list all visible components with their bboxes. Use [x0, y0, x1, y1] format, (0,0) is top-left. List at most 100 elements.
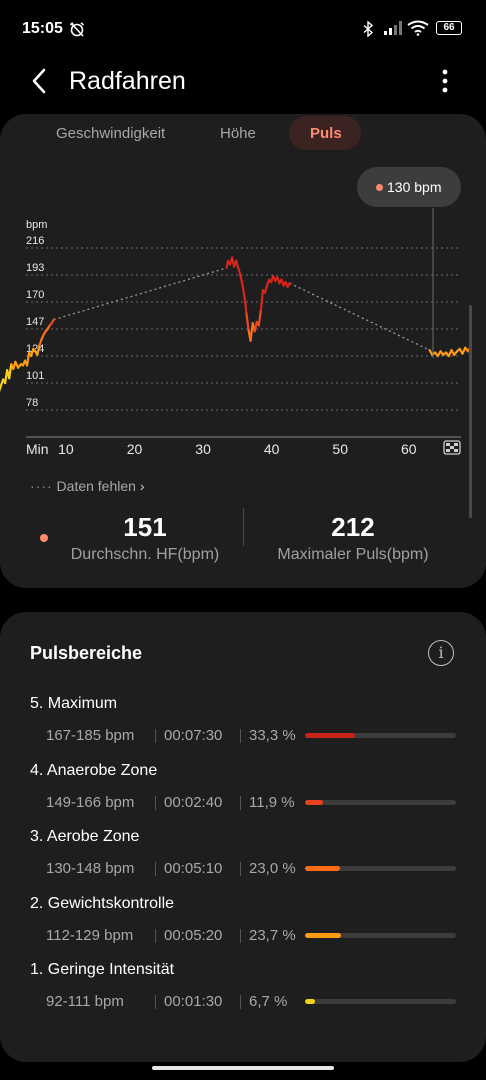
status-bar: 15:05 66 [0, 0, 486, 58]
avg-heart-rate-label: Durchschn. HF(bpm) [70, 546, 220, 563]
heart-rate-chart[interactable]: bpm 21619317014712410178 Min 10 20 30 40 50 60 [0, 160, 486, 460]
x-tick-label: 40 [264, 441, 280, 457]
zone-separator [155, 862, 156, 876]
missing-data-line [289, 282, 430, 351]
zone-separator [240, 862, 241, 876]
stats-divider [243, 508, 244, 546]
zone-time: 00:02:40 [164, 794, 223, 811]
zone-range: 112-129 bpm [46, 927, 134, 944]
zone-range: 92-111 bpm [46, 993, 124, 1010]
heart-rate-line-segment [237, 266, 242, 277]
zone-range: 149-166 bpm [46, 794, 135, 811]
chart-grid [26, 247, 461, 411]
zone-separator [240, 796, 241, 810]
zone-time: 00:01:30 [164, 993, 223, 1010]
missing-data-label: Daten fehlen [56, 478, 136, 494]
more-options-icon[interactable] [430, 66, 460, 96]
heart-rate-line-segment [8, 363, 13, 380]
heart-rate-line-segment [257, 309, 262, 327]
zone-progress-fill [305, 733, 356, 738]
zone-progress-fill [305, 933, 341, 938]
wifi-icon [407, 20, 429, 36]
navigation-handle[interactable] [152, 1066, 334, 1070]
heart-rate-line-segment [286, 282, 291, 288]
x-tick-label: 10 [58, 441, 74, 457]
zone-progress-track [305, 733, 456, 738]
zones-title: Pulsbereiche [30, 643, 143, 663]
x-tick-label: 50 [332, 441, 348, 457]
zone-progress-fill [305, 866, 340, 871]
tab-puls[interactable]: Puls [310, 125, 342, 142]
zone-progress-track [305, 999, 456, 1004]
heart-rate-line-segment [235, 259, 240, 270]
zone-progress-track [305, 933, 456, 938]
max-heart-rate-value: 212 [331, 512, 375, 542]
page-title: Radfahren [69, 67, 186, 95]
signal-icon [384, 21, 402, 35]
dotted-line-icon: ···· [30, 478, 53, 494]
zone-name: 2. Gewichtskontrolle [30, 895, 175, 912]
zone-separator [240, 995, 241, 1009]
chevron-right-icon: › [139, 478, 145, 494]
x-tick-label: 20 [127, 441, 143, 457]
stats-dot [40, 534, 48, 542]
zone-name: 5. Maximum [30, 695, 118, 712]
y-axis-title: bpm [26, 219, 47, 231]
info-icon[interactable]: i [428, 640, 454, 666]
heart-rate-line-segment [50, 318, 55, 325]
y-tick-label: 216 [26, 235, 44, 247]
heart-rate-line-segment [241, 283, 246, 298]
zone-name: 3. Aerobe Zone [30, 828, 140, 845]
y-tick-label: 193 [26, 262, 44, 274]
y-tick-label: 78 [26, 397, 38, 409]
zone-separator [155, 796, 156, 810]
zone-name: 1. Geringe Intensität [30, 961, 175, 978]
zone-time: 00:07:30 [164, 727, 223, 744]
max-heart-rate-label: Maximaler Puls(bpm) [277, 546, 429, 563]
zone-separator [155, 995, 156, 1009]
zone-progress-track [305, 800, 456, 805]
back-button[interactable] [26, 66, 56, 96]
heart-rate-line-segment [259, 289, 265, 312]
zone-percent: 23,0 % [249, 860, 296, 877]
tab-geschwindigkeit[interactable]: Geschwindigkeit [56, 125, 165, 142]
y-tick-label: 147 [26, 316, 44, 328]
zone-progress-fill [305, 999, 316, 1004]
avg-heart-rate-value: 151 [123, 512, 167, 542]
zone-separator [240, 729, 241, 743]
heart-rate-line-segment [245, 312, 250, 332]
zone-percent: 23,7 % [249, 927, 296, 944]
zone-progress-fill [305, 800, 323, 805]
scrollbar[interactable] [469, 305, 472, 518]
alarm-off-icon [69, 22, 85, 37]
x-tick-label: Min [26, 441, 49, 457]
heart-rate-line-segment [239, 273, 244, 286]
missing-data-link[interactable]: ···· Daten fehlen › [30, 478, 145, 494]
zone-range: 130-148 bpm [46, 860, 135, 877]
tab-hoehe[interactable]: Höhe [220, 125, 256, 142]
zone-separator [155, 729, 156, 743]
heart-rate-line-segment [243, 295, 248, 315]
x-tick-label: 60 [401, 441, 417, 457]
x-axis-ticks: Min 10 20 30 40 50 60 [26, 441, 417, 457]
zone-range: 167-185 bpm [46, 727, 135, 744]
y-tick-label: 170 [26, 289, 44, 301]
zone-percent: 33,3 % [249, 727, 296, 744]
zone-name: 4. Anaerobe Zone [30, 762, 158, 779]
heart-rate-series [0, 256, 472, 393]
zone-separator [155, 929, 156, 943]
zone-time: 00:05:10 [164, 860, 223, 877]
battery-icon: 66 [436, 21, 462, 35]
y-tick-label: 101 [26, 370, 44, 382]
status-time: 15:05 [22, 20, 63, 37]
zone-percent: 11,9 % [249, 794, 295, 811]
finish-flag-icon [443, 440, 461, 455]
zone-time: 00:05:20 [164, 927, 223, 944]
zone-percent: 6,7 % [249, 993, 288, 1010]
zone-progress-track [305, 866, 456, 871]
x-tick-label: 30 [195, 441, 211, 457]
zone-separator [240, 929, 241, 943]
missing-data-line [53, 267, 227, 321]
bluetooth-icon [363, 21, 374, 37]
heart-rate-line-segment [263, 284, 269, 294]
